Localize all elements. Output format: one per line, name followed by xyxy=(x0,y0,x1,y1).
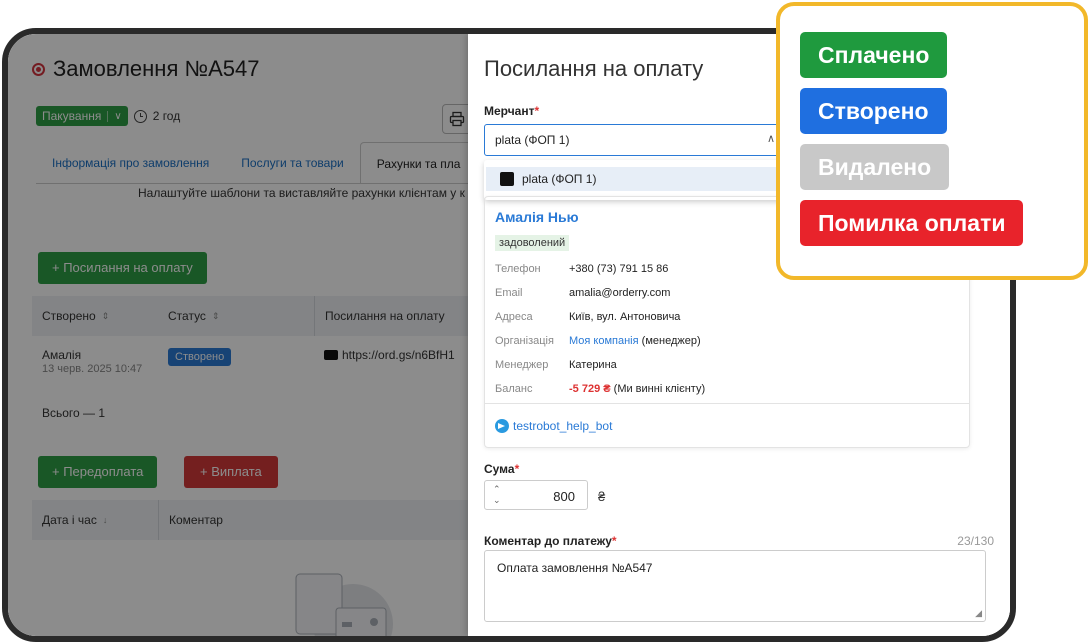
balance-amount: -5 729 ₴ xyxy=(569,383,611,395)
merchant-label: Мерчант* xyxy=(484,104,539,118)
client-phone-row: Телефон +380 (73) 791 15 86 xyxy=(495,263,668,275)
balance-value: -5 729 ₴ (Ми винні клієнту) xyxy=(569,383,705,395)
status-legend: Сплачено Створено Видалено Помилка оплат… xyxy=(776,2,1088,280)
stepper-arrows-icon[interactable]: ⌃ ⌄ xyxy=(493,484,501,506)
address-key: Адреса xyxy=(495,311,533,323)
required-asterisk: * xyxy=(611,534,617,548)
manager-value: Катерина xyxy=(569,359,617,371)
legend-payment-error: Помилка оплати xyxy=(800,200,1024,246)
comment-label: Коментар до платежу* xyxy=(484,534,617,548)
telegram-handle: testrobot_help_bot xyxy=(513,419,613,433)
address-value: Київ, вул. Антоновича xyxy=(569,311,681,323)
legend-created: Створено xyxy=(800,88,947,134)
modal-backdrop[interactable] xyxy=(8,34,468,636)
email-key: Email xyxy=(495,287,523,299)
client-address-row: Адреса Київ, вул. Антоновича xyxy=(495,311,680,323)
sum-value: 800 xyxy=(553,489,575,504)
resize-handle-icon[interactable]: ◢ xyxy=(975,608,982,619)
currency-symbol: ₴ xyxy=(598,489,606,504)
divider xyxy=(485,403,969,404)
legend-deleted: Видалено xyxy=(800,144,950,190)
client-name-link[interactable]: Амалія Нью xyxy=(495,209,579,225)
phone-value[interactable]: +380 (73) 791 15 86 xyxy=(569,263,668,275)
client-status-badge: задоволений xyxy=(495,235,570,251)
merchant-logo-icon xyxy=(500,172,514,186)
balance-key: Баланс xyxy=(495,383,533,395)
manager-key: Менеджер xyxy=(495,359,549,371)
merchant-dropdown: plata (ФОП 1) xyxy=(484,160,794,200)
merchant-select[interactable]: plata (ФОП 1) ∧ xyxy=(484,124,784,156)
client-manager-row: Менеджер Катерина xyxy=(495,359,617,371)
client-balance-row: Баланс -5 729 ₴ (Ми винні клієнту) xyxy=(495,383,705,395)
merchant-option[interactable]: plata (ФОП 1) xyxy=(486,167,786,191)
comment-label-text: Коментар до платежу xyxy=(484,534,612,548)
sum-stepper[interactable]: ⌃ ⌄ 800 xyxy=(484,480,588,510)
drawer-title: Посилання на оплату xyxy=(484,56,704,81)
client-email-row: Email amalia@orderry.com xyxy=(495,287,670,299)
organization-link[interactable]: Моя компанія xyxy=(569,335,639,347)
merchant-selected-value: plata (ФОП 1) xyxy=(495,133,570,147)
phone-key: Телефон xyxy=(495,263,541,275)
merchant-option-label: plata (ФОП 1) xyxy=(522,172,597,186)
comment-textarea[interactable]: Оплата замовлення №A547 ◢ xyxy=(484,550,986,622)
required-asterisk: * xyxy=(534,104,540,118)
email-value[interactable]: amalia@orderry.com xyxy=(569,287,670,299)
merchant-label-text: Мерчант xyxy=(484,104,535,118)
comment-text: Оплата замовлення №A547 xyxy=(497,561,653,575)
comment-char-counter: 23/130 xyxy=(957,534,994,548)
organization-key: Організація xyxy=(495,335,554,347)
chevron-up-icon: ∧ xyxy=(766,133,775,145)
telegram-icon xyxy=(495,419,509,433)
telegram-link[interactable]: testrobot_help_bot xyxy=(495,419,612,433)
organization-role: (менеджер) xyxy=(638,335,701,347)
legend-paid: Сплачено xyxy=(800,32,948,78)
balance-note: (Ми винні клієнту) xyxy=(610,383,706,395)
sum-label: Сума* xyxy=(484,462,519,476)
sum-label-text: Сума xyxy=(484,462,515,476)
organization-value: Моя компанія (менеджер) xyxy=(569,335,701,347)
required-asterisk: * xyxy=(514,462,520,476)
client-organization-row: Організація Моя компанія (менеджер) xyxy=(495,335,701,347)
